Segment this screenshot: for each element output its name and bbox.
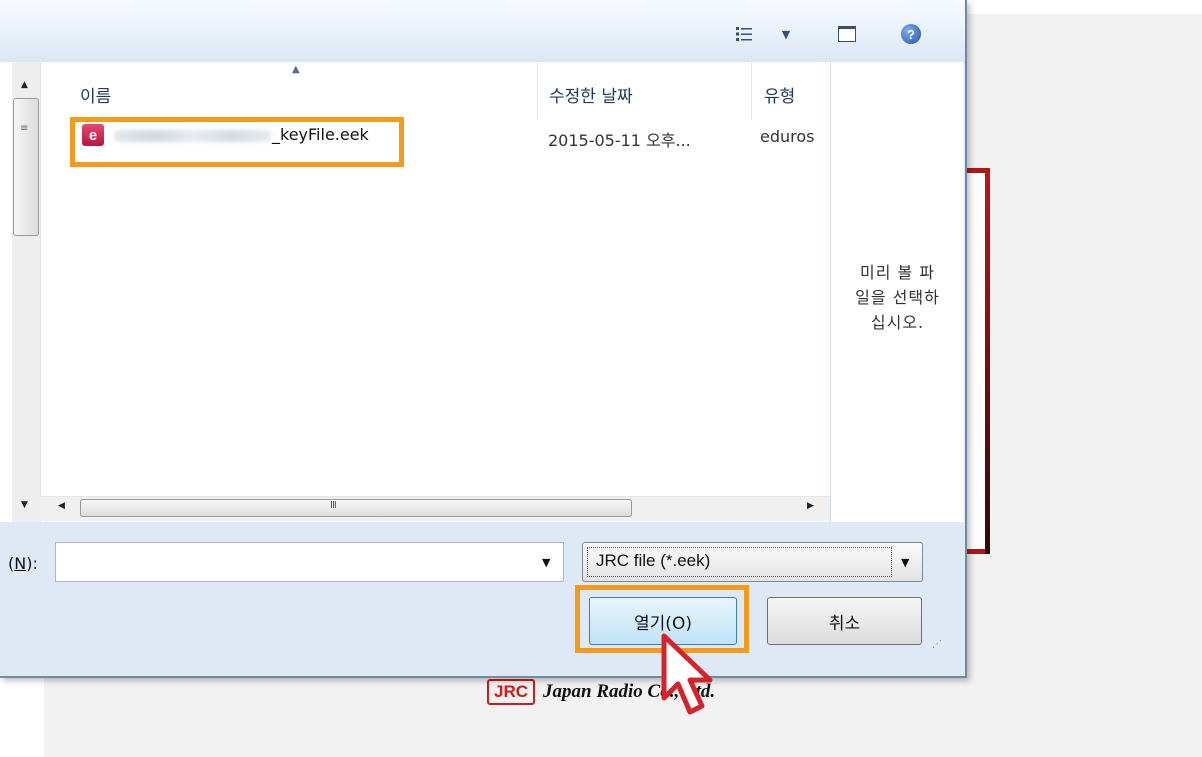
preview-message: 미리 볼 파 일을 선택하 십시오. [831,260,964,335]
scroll-right-icon[interactable]: ▶ [807,501,814,511]
file-name: _keyFile.eek [272,125,369,144]
chevron-down-icon[interactable]: ▼ [778,24,794,44]
scroll-grip-icon: III [330,500,337,511]
horizontal-scrollbar[interactable]: ◀ III ▶ [40,496,830,521]
dialog-toolbar: ▼ ? [0,0,965,63]
horizontal-scroll-thumb[interactable] [80,499,632,517]
mouse-cursor-icon [661,633,713,715]
scroll-grip-icon: ≡ [20,123,29,134]
preview-pane-icon[interactable] [836,24,858,44]
background-panel-edge [964,168,990,554]
file-type: eduros [760,127,815,146]
help-icon[interactable]: ? [900,24,922,44]
column-divider[interactable] [537,62,538,120]
chevron-down-icon: ▼ [901,556,910,569]
column-header-modified[interactable]: 수정한 날짜 [549,82,633,107]
column-divider[interactable] [751,62,752,120]
eek-file-icon: e [82,124,104,146]
chevron-down-icon[interactable]: ▼ [542,556,550,569]
file-type-filter-value: JRC file (*.eek) [587,547,892,577]
scroll-up-icon[interactable]: ▲ [21,80,28,90]
label-accelerator: N [14,554,27,573]
preview-line: 십시오. [870,313,925,332]
resize-grip-icon[interactable]: ⋰ [932,640,943,650]
column-header-name[interactable]: 이름 [80,82,111,107]
file-open-dialog: ▼ ? ▲ ≡ ▼ ▲ 이름 수정한 날짜 유형 e _keyFile.eek … [0,0,967,678]
file-name-input[interactable] [55,542,564,582]
cancel-button[interactable]: 취소 [767,597,922,645]
file-modified-date: 2015-05-11 오후... [548,131,691,150]
blurred-filename [114,130,272,142]
view-options-icon[interactable] [734,24,756,44]
scroll-down-icon[interactable]: ▼ [21,500,28,510]
file-type-filter-select[interactable]: JRC file (*.eek) ▼ [582,542,923,582]
column-header-type[interactable]: 유형 [764,82,795,107]
list-item[interactable]: e _keyFile.eek 2015-05-11 오후... eduros [70,117,829,170]
preview-line: 미리 볼 파 [859,263,936,282]
file-name-label: (N): [8,554,38,573]
vertical-scroll-thumb[interactable] [13,98,39,236]
vertical-scrollbar[interactable]: ▲ ≡ ▼ [12,62,41,522]
logo-badge: JRC [487,679,536,705]
sort-ascending-icon: ▲ [292,64,300,75]
label-suffix: ): [26,554,38,573]
scroll-left-icon[interactable]: ◀ [58,501,65,511]
preview-line: 일을 선택하 [855,288,940,307]
preview-pane: 미리 볼 파 일을 선택하 십시오. [830,62,964,522]
